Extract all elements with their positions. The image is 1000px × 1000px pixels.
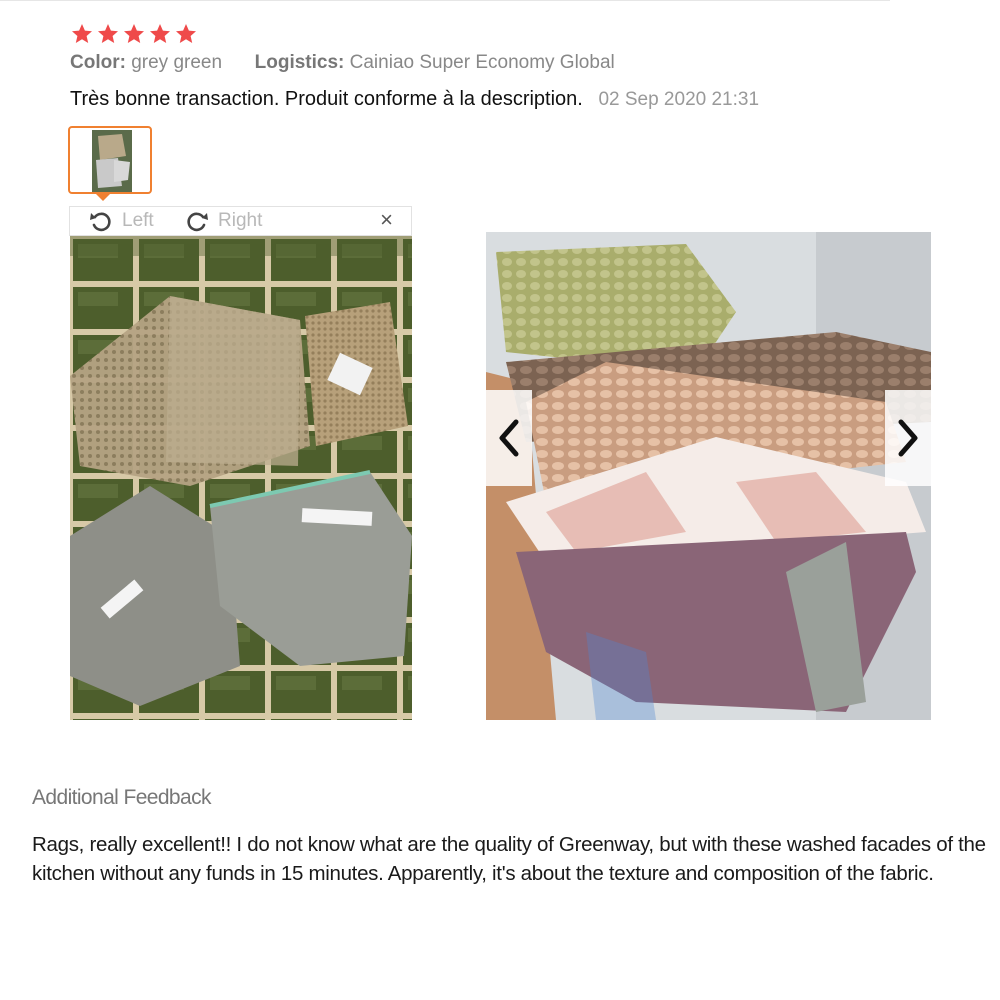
color-label: Color: xyxy=(70,52,126,73)
star-icon xyxy=(98,24,118,43)
chevron-left-icon xyxy=(499,419,519,457)
star-icon xyxy=(176,24,196,43)
additional-feedback-text: Rags, really excellent!! I do not know w… xyxy=(32,833,986,885)
star-rating xyxy=(70,22,198,46)
rotate-left-label: Left xyxy=(122,210,154,231)
rotate-right-button[interactable]: Right xyxy=(184,209,262,233)
next-image-button[interactable] xyxy=(885,390,931,486)
color-value: grey green xyxy=(131,52,223,73)
close-icon[interactable]: × xyxy=(380,207,393,233)
image-rotate-toolbar: Left Right × xyxy=(69,206,412,236)
top-divider xyxy=(0,0,890,1)
star-icon xyxy=(124,24,144,43)
thumbnail-pointer xyxy=(96,194,110,201)
rotate-right-label: Right xyxy=(218,210,263,231)
additional-feedback-title: Additional Feedback xyxy=(32,786,212,809)
previous-image-button[interactable] xyxy=(486,390,532,486)
logistics-label: Logistics: xyxy=(254,52,345,73)
rotate-left-icon xyxy=(90,212,111,232)
star-icon xyxy=(150,24,170,43)
star-icon xyxy=(72,24,92,43)
review-image-thumbnail[interactable] xyxy=(68,126,152,194)
review-text: Très bonne transaction. Produit conforme… xyxy=(70,88,583,110)
thumbnail-image xyxy=(92,130,132,192)
chevron-right-icon xyxy=(898,419,918,457)
rotate-right-icon xyxy=(187,212,208,232)
review-photo-1[interactable] xyxy=(70,236,412,720)
rotate-left-button[interactable]: Left xyxy=(88,209,154,233)
review-meta: Color: grey green Logistics: Cainiao Sup… xyxy=(70,52,615,74)
logistics-value: Cainiao Super Economy Global xyxy=(349,52,615,73)
review-date: 02 Sep 2020 21:31 xyxy=(598,89,760,110)
review-photo-2[interactable] xyxy=(486,232,931,720)
review-body: Très bonne transaction. Produit conforme… xyxy=(70,88,759,111)
